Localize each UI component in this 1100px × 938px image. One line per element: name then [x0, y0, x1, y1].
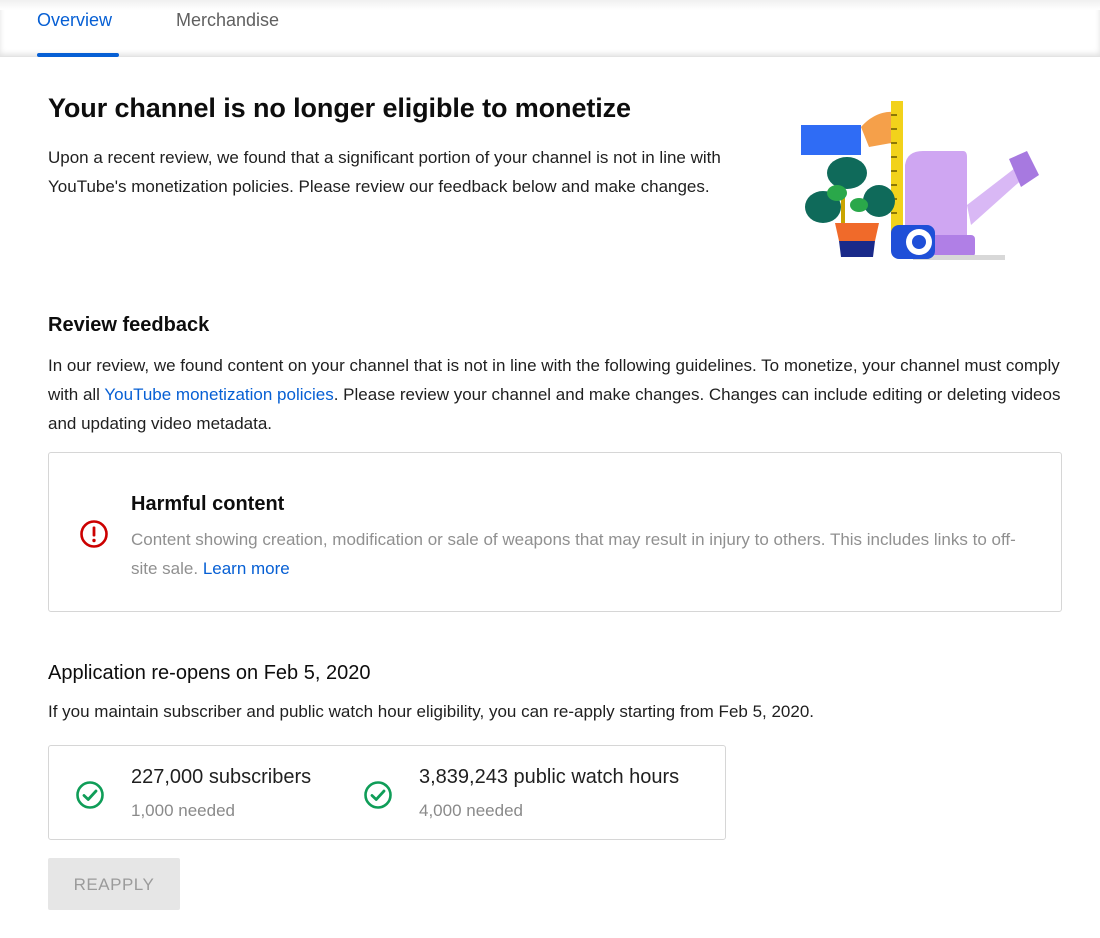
reapplication-heading-text: Application re-opens on Feb 5, 2020	[48, 662, 371, 684]
top-shadow	[0, 0, 1100, 10]
review-feedback-text: In our review, we found content on your …	[48, 351, 1078, 438]
issue-description: Content showing creation, modification o…	[131, 525, 1041, 583]
issue-title: Harmful content	[131, 493, 285, 515]
tab-bar: Overview Merchandise	[0, 0, 1100, 57]
reapplication-heading: Application re-opens on Feb 5, 2020	[48, 662, 370, 685]
gardening-illustration	[801, 101, 1039, 260]
watch-hours-needed: 4,000 needed	[419, 801, 523, 820]
page-title: Your channel is no longer eligible to mo…	[48, 93, 631, 123]
tab-merchandise[interactable]: Merchandise	[176, 9, 279, 55]
watch-hours-value: 3,839,243 public watch hours	[419, 766, 680, 788]
tab-selected-indicator	[37, 53, 119, 57]
check-circle-icon	[76, 781, 104, 809]
tab-overview-label: Overview	[37, 10, 113, 30]
error-icon	[80, 520, 108, 548]
tab-merchandise-label: Merchandise	[176, 10, 280, 30]
page-description: Upon a recent review, we found that a si…	[48, 148, 721, 196]
subscribers-needed: 1,000 needed	[131, 801, 235, 820]
eligibility-stats-card: 227,000 subscribers 1,000 needed 3,839,2…	[48, 745, 726, 840]
monetization-policies-link[interactable]: YouTube monetization policies	[104, 385, 333, 404]
learn-more-link[interactable]: Learn more	[203, 559, 290, 578]
review-feedback-heading: Review feedback	[48, 314, 210, 336]
reapply-button[interactable]: REAPPLY	[48, 858, 180, 910]
reapplication-text: If you maintain subscriber and public wa…	[48, 702, 815, 721]
check-circle-icon	[364, 781, 392, 809]
issue-card: Harmful content Content showing creation…	[48, 452, 1062, 612]
tab-overview[interactable]: Overview	[37, 9, 119, 57]
subscribers-value: 227,000 subscribers	[131, 766, 312, 788]
